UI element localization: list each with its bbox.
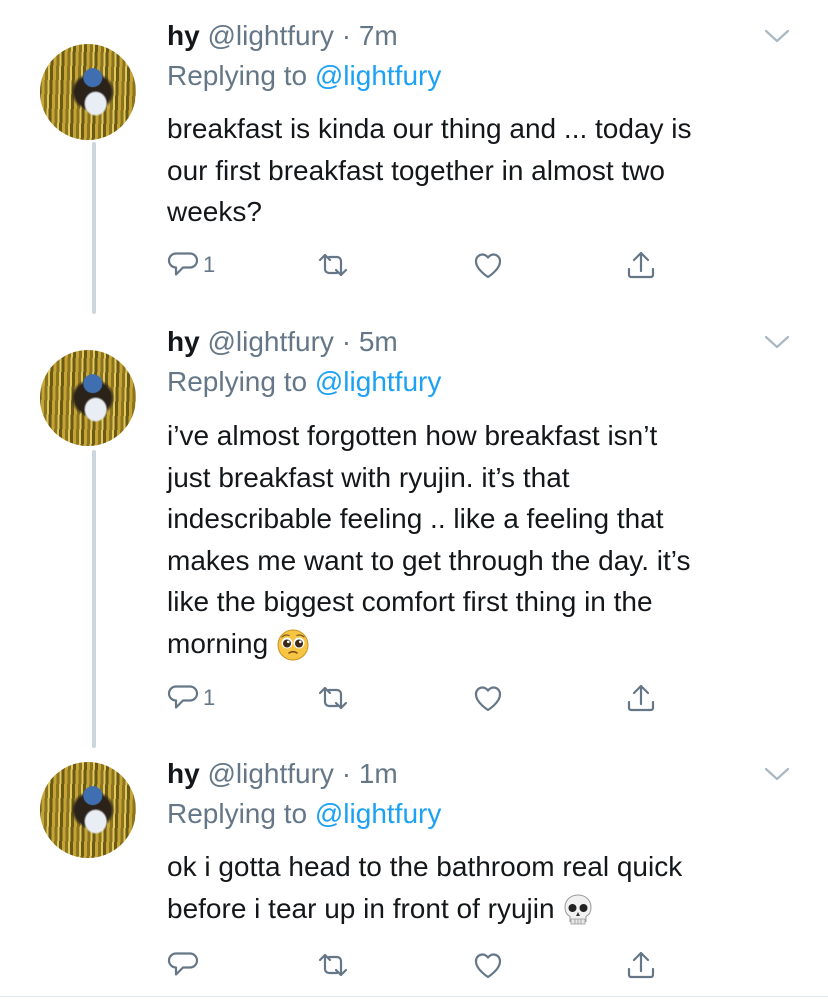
- tweet-header: hy @lightfury · 7m: [167, 19, 398, 53]
- timestamp[interactable]: 1m: [359, 758, 398, 789]
- tweet-text: ok i gotta head to the bathroom real qui…: [167, 846, 807, 929]
- share-icon: [627, 251, 655, 279]
- text-line: makes me want to get through the day. it…: [167, 544, 691, 576]
- like-icon: [474, 253, 502, 279]
- chevron-down-icon[interactable]: [764, 28, 790, 44]
- timestamp[interactable]: 7m: [359, 20, 398, 51]
- tweet[interactable]: hy @lightfury · 1m Replying to @lightfur…: [0, 750, 828, 996]
- share-button[interactable]: [625, 945, 657, 985]
- separator-dot: ·: [341, 326, 352, 357]
- text-line: our first breakfast together in almost t…: [167, 154, 665, 186]
- like-icon: [474, 953, 502, 979]
- tweet-actions: 1: [167, 678, 687, 718]
- text-line: i’ve almost forgotten how breakfast isn’…: [167, 420, 658, 451]
- text-line: breakfast is kinda our thing and ... tod…: [167, 113, 692, 144]
- text-line-last: morning: [167, 623, 807, 665]
- tweet-header: hy @lightfury · 5m: [167, 325, 398, 359]
- reply-count: 1: [203, 252, 216, 277]
- chevron-down-icon[interactable]: [764, 334, 790, 350]
- like-icon: [474, 686, 502, 712]
- avatar[interactable]: [40, 44, 136, 140]
- tweet-text: i’ve almost forgotten how breakfast isn’…: [167, 415, 807, 664]
- handle[interactable]: @lightfury: [207, 326, 333, 357]
- pleading-face-emoji-icon: [277, 629, 309, 661]
- display-name[interactable]: hy: [167, 326, 200, 357]
- tweet-actions: [167, 945, 687, 985]
- text-line: before i tear up in front of ryujin: [167, 892, 555, 924]
- text-line: morning: [167, 627, 269, 659]
- chevron-down-icon[interactable]: [764, 766, 790, 782]
- skull-emoji-icon: [564, 894, 592, 925]
- like-button[interactable]: [472, 945, 504, 985]
- tweet-text: breakfast is kinda our thing and ... tod…: [167, 108, 807, 233]
- reply-icon: [167, 952, 199, 976]
- retweet-button[interactable]: [317, 245, 349, 285]
- separator-dot: ·: [341, 758, 352, 789]
- like-button[interactable]: [472, 678, 504, 718]
- tweet-actions: 1: [167, 245, 687, 285]
- timestamp[interactable]: 5m: [359, 326, 398, 357]
- text-line-last: before i tear up in front of ryujin: [167, 888, 807, 930]
- display-name[interactable]: hy: [167, 758, 200, 789]
- handle[interactable]: @lightfury: [207, 758, 333, 789]
- replying-to-label: Replying to: [167, 366, 308, 397]
- like-button[interactable]: [472, 245, 504, 285]
- text-line: like the biggest comfort first thing in …: [167, 586, 653, 617]
- replying-to: Replying to @lightfury: [167, 797, 441, 831]
- separator-dot: ·: [341, 20, 352, 51]
- avatar[interactable]: [40, 762, 136, 858]
- text-line: weeks?: [167, 196, 262, 227]
- replying-to-handle[interactable]: @lightfury: [315, 60, 441, 91]
- retweet-button[interactable]: [317, 945, 349, 985]
- display-name[interactable]: hy: [167, 20, 200, 51]
- tweet[interactable]: hy @lightfury · 7m Replying to @lightfur…: [0, 0, 828, 320]
- text-line: just breakfast with ryujin. it’s that: [167, 461, 570, 493]
- tweet-header: hy @lightfury · 1m: [167, 757, 398, 791]
- share-icon: [627, 684, 655, 712]
- text-line: indescribable feeling .. like a feeling …: [167, 503, 664, 534]
- replying-to-handle[interactable]: @lightfury: [315, 798, 441, 829]
- text-line: ok i gotta head to the bathroom real qui…: [167, 851, 683, 882]
- divider: [0, 996, 828, 997]
- share-button[interactable]: [625, 678, 657, 718]
- retweet-button[interactable]: [317, 678, 349, 718]
- share-icon: [627, 951, 655, 979]
- replying-to: Replying to @lightfury: [167, 59, 441, 93]
- reply-button[interactable]: 1: [167, 245, 215, 285]
- handle[interactable]: @lightfury: [207, 20, 333, 51]
- reply-icon: [167, 685, 199, 709]
- retweet-icon: [318, 253, 348, 277]
- reply-button[interactable]: [167, 945, 203, 985]
- reply-button[interactable]: 1: [167, 678, 215, 718]
- retweet-icon: [318, 953, 348, 977]
- tweet[interactable]: hy @lightfury · 5m Replying to @lightfur…: [0, 320, 828, 750]
- replying-to: Replying to @lightfury: [167, 365, 441, 399]
- retweet-icon: [318, 686, 348, 710]
- replying-to-label: Replying to: [167, 60, 308, 91]
- reply-count: 1: [203, 685, 216, 710]
- avatar[interactable]: [40, 350, 136, 446]
- replying-to-handle[interactable]: @lightfury: [315, 366, 441, 397]
- reply-icon: [167, 252, 199, 276]
- replying-to-label: Replying to: [167, 798, 308, 829]
- share-button[interactable]: [625, 245, 657, 285]
